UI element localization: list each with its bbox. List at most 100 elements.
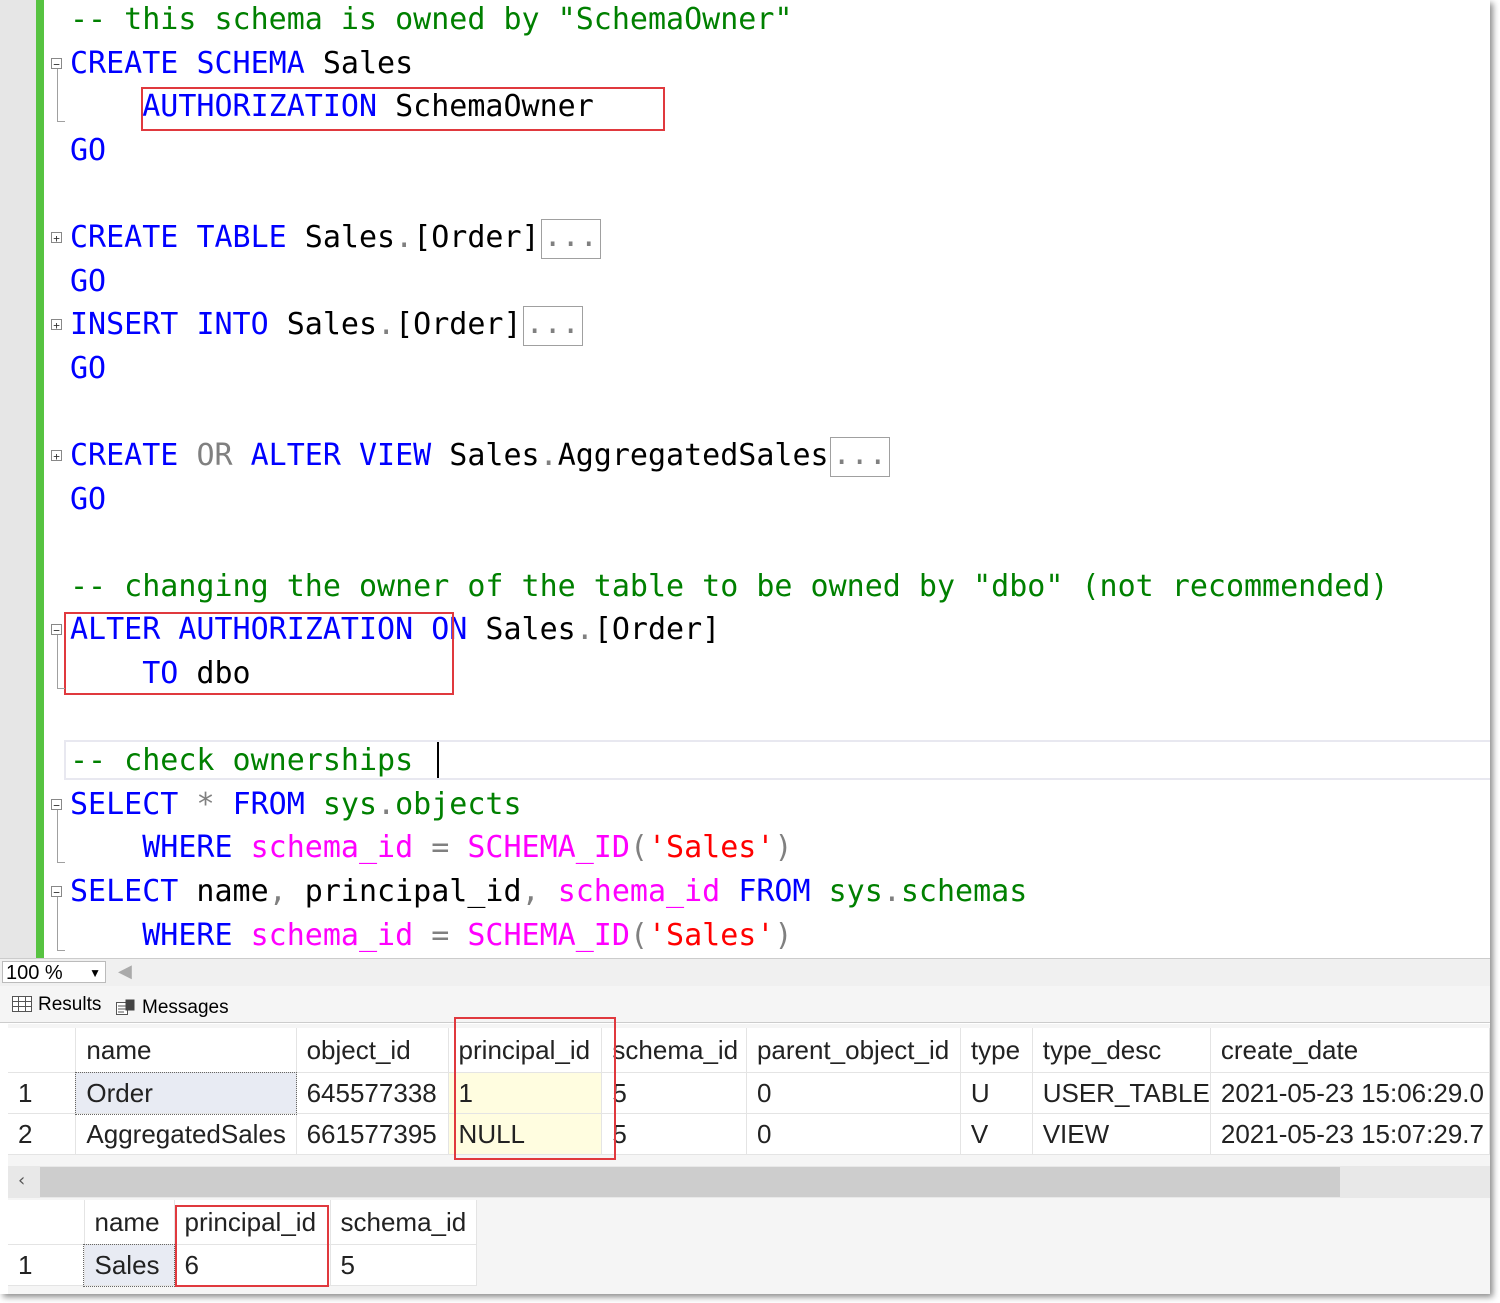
table-cell[interactable]: 5 xyxy=(330,1244,477,1286)
table-cell[interactable]: VIEW xyxy=(1032,1113,1211,1155)
column-header[interactable]: create_date xyxy=(1210,1028,1490,1073)
table-cell[interactable]: 0 xyxy=(746,1113,961,1155)
messages-icon xyxy=(116,999,135,1015)
code-line[interactable]: WHERE schema_id = SCHEMA_ID('Sales') xyxy=(70,826,792,870)
code-line[interactable]: GO xyxy=(70,478,106,522)
code-token: -- this schema is owned by "SchemaOwner" xyxy=(70,2,793,37)
table-cell[interactable]: AggregatedSales xyxy=(75,1113,297,1155)
code-line[interactable]: INSERT INTO Sales.[Order]... xyxy=(70,303,583,347)
chevron-down-icon[interactable]: ▼ xyxy=(89,962,101,984)
row-number[interactable]: 2 xyxy=(8,1113,77,1155)
code-line[interactable]: AUTHORIZATION SchemaOwner xyxy=(70,85,594,129)
tab-results[interactable]: Results xyxy=(12,992,101,1018)
expand-region-icon[interactable]: + xyxy=(51,319,62,331)
code-line[interactable]: -- this schema is owned by "SchemaOwner" xyxy=(70,0,792,42)
code-line[interactable]: SELECT name, principal_id, schema_id FRO… xyxy=(70,870,1027,914)
code-line[interactable]: -- check ownerships xyxy=(70,739,413,783)
code-token: TABLE xyxy=(196,220,287,255)
collapsed-region-ellipsis[interactable]: ... xyxy=(540,218,601,259)
results-grid-objects[interactable]: name object_id principal_id schema_id parent… xyxy=(8,1028,1490,1155)
zoom-select[interactable]: 100 % ▼ xyxy=(2,961,106,984)
results-grid-schemas[interactable]: name principal_id schema_id 1 Sales 6 5 xyxy=(8,1200,477,1287)
column-header[interactable]: name xyxy=(84,1200,175,1245)
column-header[interactable]: schema_id xyxy=(601,1028,747,1073)
column-header[interactable]: principal_id xyxy=(448,1028,603,1073)
zoom-value: 100 % xyxy=(6,962,63,984)
table-cell[interactable]: 2021-05-23 15:06:29.0 xyxy=(1210,1072,1490,1114)
row-number[interactable]: 1 xyxy=(8,1244,85,1286)
column-header[interactable]: object_id xyxy=(296,1028,449,1073)
code-line[interactable]: WHERE schema_id = SCHEMA_ID('Sales') xyxy=(70,914,792,958)
column-header[interactable]: name xyxy=(75,1028,297,1073)
code-token: Sales xyxy=(431,438,540,473)
code-line[interactable]: CREATE TABLE Sales.[Order]... xyxy=(70,216,601,260)
code-line[interactable]: TO dbo xyxy=(70,652,250,696)
row-number[interactable]: 1 xyxy=(8,1072,77,1114)
table-cell[interactable]: NULL xyxy=(448,1113,603,1155)
table-row[interactable]: 2 AggregatedSales 661577395 NULL 5 0 V VIEW 2021… xyxy=(8,1113,1490,1155)
column-header[interactable]: schema_id xyxy=(330,1200,477,1245)
code-token: schemas xyxy=(900,874,1028,909)
code-token: 'Sales' xyxy=(648,830,775,866)
code-token: * xyxy=(196,786,215,822)
table-cell[interactable]: 645577338 xyxy=(296,1072,449,1114)
code-line[interactable]: GO xyxy=(70,347,106,391)
scroll-left-arrow-icon[interactable]: ‹ xyxy=(18,1170,25,1191)
table-cell[interactable]: 5 xyxy=(601,1113,747,1155)
horizontal-scrollbar[interactable]: ‹ xyxy=(8,1166,1490,1198)
table-cell[interactable]: 661577395 xyxy=(296,1113,449,1155)
table-row[interactable]: 1 Order 645577338 1 5 0 U USER_TABLE 2021-05-23 … xyxy=(8,1071,1490,1115)
table-cell[interactable]: 5 xyxy=(601,1072,747,1114)
table-cell[interactable]: Sales xyxy=(83,1243,175,1287)
table-cell[interactable]: USER_TABLE xyxy=(1032,1072,1211,1114)
collapsed-region-ellipsis[interactable]: ... xyxy=(829,436,890,477)
code-line[interactable]: CREATE SCHEMA Sales xyxy=(70,42,413,86)
column-header[interactable]: parent_object_id xyxy=(746,1028,961,1073)
collapsed-region-ellipsis[interactable]: ... xyxy=(522,305,583,346)
scrollbar-thumb[interactable] xyxy=(40,1167,1340,1197)
code-token: . xyxy=(539,438,558,473)
row-header-corner[interactable] xyxy=(8,1200,85,1245)
code-token: sys xyxy=(828,874,883,909)
tab-messages-label: Messages xyxy=(142,997,229,1018)
table-cell[interactable]: Order xyxy=(74,1071,298,1115)
table-row[interactable]: 1 Sales 6 5 xyxy=(8,1243,477,1287)
code-line[interactable]: ALTER AUTHORIZATION ON Sales.[Order] xyxy=(70,608,720,652)
grid-icon xyxy=(12,996,32,1012)
table-cell[interactable]: 2021-05-23 15:07:29.7 xyxy=(1210,1113,1490,1155)
code-line[interactable]: SELECT * FROM sys.objects xyxy=(70,783,522,827)
code-line[interactable]: -- changing the owner of the table to be… xyxy=(70,565,1389,609)
code-token: objects xyxy=(395,786,522,822)
code-token: Sales xyxy=(268,307,378,343)
scroll-left-icon[interactable]: ◀ xyxy=(118,961,132,982)
column-header[interactable]: type xyxy=(960,1028,1033,1073)
table-cell[interactable]: U xyxy=(960,1072,1033,1114)
code-token: ON xyxy=(431,612,468,648)
expand-region-icon[interactable]: + xyxy=(51,232,62,244)
table-cell[interactable]: 6 xyxy=(174,1244,331,1286)
code-line[interactable]: GO xyxy=(70,260,106,304)
tab-messages[interactable]: Messages xyxy=(116,995,229,1021)
collapse-region-icon[interactable]: − xyxy=(51,624,62,636)
code-token: AUTHORIZATION xyxy=(142,89,378,125)
table-cell[interactable]: V xyxy=(960,1113,1033,1155)
collapse-region-icon[interactable]: − xyxy=(51,886,62,898)
column-header[interactable]: principal_id xyxy=(174,1200,331,1245)
expand-region-icon[interactable]: + xyxy=(51,450,62,462)
outline-rule-end xyxy=(57,121,65,123)
code-line[interactable]: CREATE OR ALTER VIEW Sales.AggregatedSal… xyxy=(70,434,890,478)
row-header-corner[interactable] xyxy=(8,1028,77,1073)
results-tab-strip: Results Messages xyxy=(0,986,1490,1023)
code-token: SchemaOwner xyxy=(377,89,594,125)
code-token: ALTER xyxy=(250,438,341,473)
table-cell[interactable]: 0 xyxy=(746,1072,961,1114)
collapse-region-icon[interactable]: − xyxy=(51,798,62,811)
collapse-region-icon[interactable]: − xyxy=(51,57,62,70)
code-line[interactable]: GO xyxy=(70,129,106,173)
column-header[interactable]: type_desc xyxy=(1032,1028,1211,1073)
table-cell[interactable]: 1 xyxy=(448,1072,603,1114)
